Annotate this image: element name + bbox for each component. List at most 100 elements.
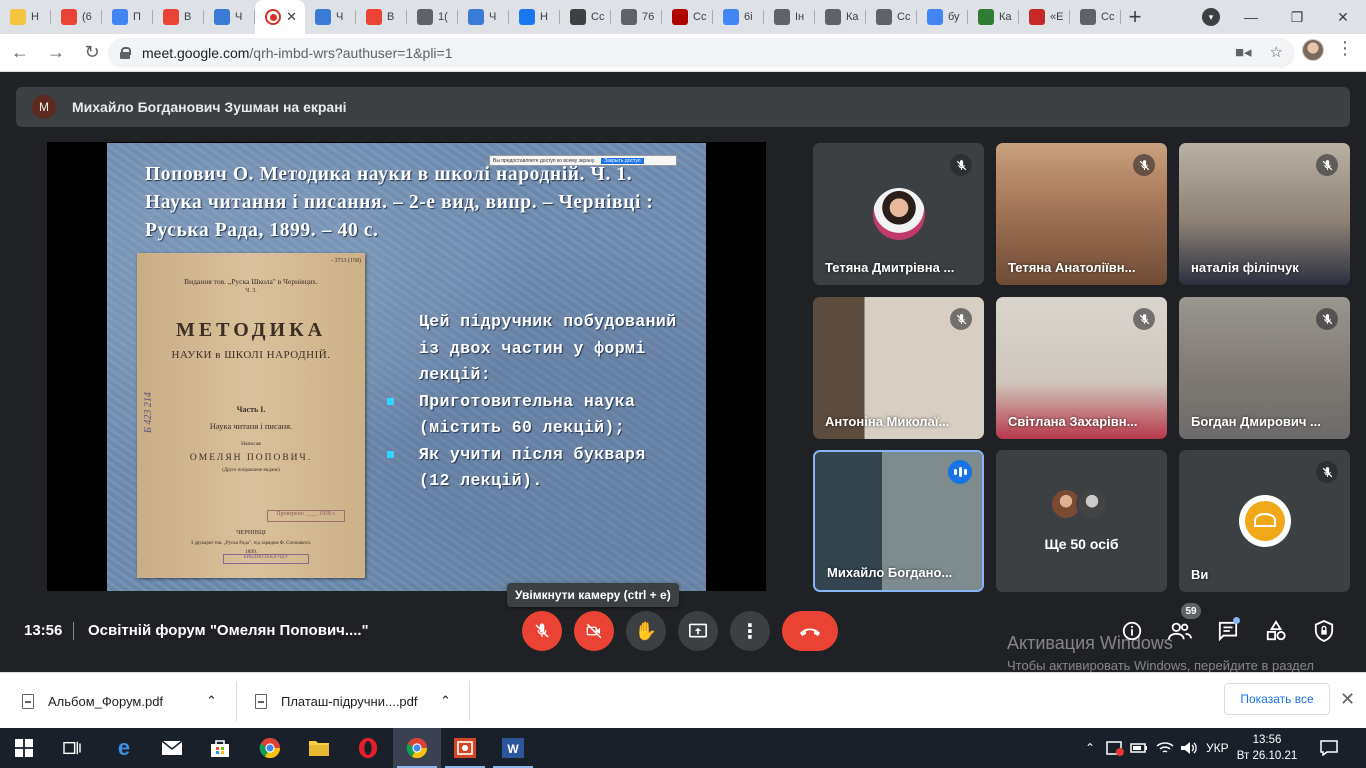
divider: [236, 681, 237, 721]
chevron-up-icon[interactable]: ⌃: [206, 673, 217, 729]
participant-tile[interactable]: Антоніна Миколаї...: [813, 297, 984, 439]
start-button[interactable]: [0, 728, 48, 768]
maximize-icon[interactable]: ❐: [1274, 0, 1320, 34]
slide-body: Цей підручник побудований із двох частин…: [387, 309, 679, 495]
new-tab-button[interactable]: +: [1115, 0, 1155, 34]
tab-title: В: [387, 11, 395, 23]
show-hidden-icons[interactable]: ⌃: [1085, 728, 1095, 768]
store-icon[interactable]: [196, 728, 244, 768]
browser-tab[interactable]: Н: [0, 0, 51, 34]
close-tab-icon[interactable]: ✕: [286, 9, 297, 25]
globe-icon: [876, 9, 892, 25]
tab-search-icon[interactable]: ▾: [1202, 8, 1220, 26]
tooltip: Увімкнути камеру (ctrl + e): [507, 583, 679, 607]
browser-tab[interactable]: Сс: [1070, 0, 1121, 34]
action-center-icon[interactable]: [1320, 728, 1338, 768]
browser-tab[interactable]: 1(: [407, 0, 458, 34]
forward-icon[interactable]: →: [40, 37, 72, 69]
download-bar: Альбом_Форум.pdf ⌃ Платаш-підручни....pd…: [0, 672, 1366, 728]
browser-tab[interactable]: Ін: [764, 0, 815, 34]
close-window-icon[interactable]: ✕: [1320, 0, 1366, 34]
present-button[interactable]: [678, 611, 718, 651]
browser-toolbar: ← → ↻ meet.google.com/qrh-imbd-wrs?authu…: [0, 34, 1366, 72]
browser-menu-icon[interactable]: ⋮: [1336, 38, 1354, 59]
participant-tile[interactable]: Світлана Захарівн...: [996, 297, 1167, 439]
chrome-icon[interactable]: [246, 728, 294, 768]
stop-sharing-button[interactable]: Закрыть доступ: [601, 157, 644, 164]
browser-tab[interactable]: Ч: [204, 0, 255, 34]
camera-icon[interactable]: ■◂: [1235, 43, 1252, 61]
browser-tab[interactable]: В: [356, 0, 407, 34]
address-bar[interactable]: meet.google.com/qrh-imbd-wrs?authuser=1&…: [108, 38, 1295, 68]
language-indicator[interactable]: УКР: [1206, 728, 1229, 768]
participant-tile[interactable]: Ще 50 осіб: [996, 450, 1167, 592]
wifi-icon[interactable]: [1156, 728, 1174, 768]
shared-screen: Попович О. Методика науки в школі народн…: [47, 142, 766, 591]
browser-tab[interactable]: (6: [51, 0, 102, 34]
browser-tab[interactable]: Сс: [560, 0, 611, 34]
download-item[interactable]: Платаш-підручни....pdf: [255, 673, 418, 729]
browser-tab[interactable]: П: [102, 0, 153, 34]
word-icon[interactable]: W: [489, 728, 537, 768]
speaking-indicator-icon: [948, 460, 972, 484]
taskbar-clock[interactable]: 13:56 Вт 26.10.21: [1236, 732, 1298, 764]
mic-toggle-button[interactable]: [522, 611, 562, 651]
presenter-avatar: M: [32, 95, 56, 119]
more-vert-icon: ⋮: [740, 620, 760, 643]
participant-name: Богдан Дмирович ...: [1191, 414, 1321, 429]
browser-tab[interactable]: бу: [917, 0, 968, 34]
edge-icon[interactable]: e: [100, 728, 148, 768]
slide-bullet: Приготовительна наука (містить 60 лекцій…: [387, 389, 677, 442]
chrome-window-icon[interactable]: [393, 728, 441, 768]
powerpoint-icon[interactable]: [441, 728, 489, 768]
tab-title: Ін: [795, 11, 805, 23]
slide-title: Попович О. Методика науки в школі народн…: [145, 164, 654, 241]
participant-name: Михайло Богдано...: [827, 565, 953, 580]
tab-title: Ка: [846, 11, 859, 23]
book-cover-image: - 3713 (158) Видання тов. „Руска Школа" …: [137, 253, 365, 578]
reload-icon[interactable]: ↻: [76, 37, 108, 69]
browser-tab[interactable]: Сс: [662, 0, 713, 34]
participant-tile[interactable]: наталія філіпчук: [1179, 143, 1350, 285]
docs-icon: [112, 9, 128, 25]
browser-tab[interactable]: Ка: [815, 0, 866, 34]
opera-icon[interactable]: [344, 728, 392, 768]
browser-tab[interactable]: 6i: [713, 0, 764, 34]
battery-icon[interactable]: [1130, 728, 1148, 768]
participant-tile[interactable]: Ви: [1179, 450, 1350, 592]
browser-tab[interactable]: Сс: [866, 0, 917, 34]
show-all-downloads-button[interactable]: Показать все: [1224, 683, 1330, 715]
profile-avatar[interactable]: [1302, 39, 1324, 61]
flag-icon: [978, 9, 994, 25]
browser-tab[interactable]: Ка: [968, 0, 1019, 34]
download-item[interactable]: Альбом_Форум.pdf: [22, 673, 163, 729]
antivirus-icon[interactable]: [1106, 728, 1124, 768]
tab-title: бу: [948, 11, 960, 23]
raise-hand-button[interactable]: ✋: [626, 611, 666, 651]
browser-tab[interactable]: Н: [509, 0, 560, 34]
task-view-icon[interactable]: [48, 728, 96, 768]
browser-tab[interactable]: ✕: [255, 0, 305, 34]
back-icon[interactable]: ←: [4, 37, 36, 69]
chevron-up-icon[interactable]: ⌃: [440, 673, 451, 729]
participant-tile[interactable]: Михайло Богдано...: [813, 450, 984, 592]
camera-toggle-button[interactable]: [574, 611, 614, 651]
file-explorer-icon[interactable]: [295, 728, 343, 768]
lock-icon[interactable]: [120, 47, 131, 59]
leave-call-button[interactable]: [782, 611, 838, 651]
participant-tile[interactable]: Тетяна Анатоліївн...: [996, 143, 1167, 285]
participant-name: наталія філіпчук: [1191, 260, 1299, 275]
browser-tab[interactable]: «Е: [1019, 0, 1070, 34]
mail-icon[interactable]: [148, 728, 196, 768]
close-download-bar-icon[interactable]: ✕: [1340, 689, 1355, 710]
minimize-icon[interactable]: —: [1228, 0, 1274, 34]
participant-tile[interactable]: Богдан Дмирович ...: [1179, 297, 1350, 439]
browser-tab[interactable]: Ч: [305, 0, 356, 34]
more-options-button[interactable]: ⋮: [730, 611, 770, 651]
browser-tab[interactable]: В: [153, 0, 204, 34]
participant-tile[interactable]: Тетяна Дмитрівна ...: [813, 143, 984, 285]
browser-tab[interactable]: Ч: [458, 0, 509, 34]
browser-tab[interactable]: 76: [611, 0, 662, 34]
volume-icon[interactable]: [1180, 728, 1198, 768]
bookmark-star-icon[interactable]: ☆: [1270, 43, 1283, 61]
